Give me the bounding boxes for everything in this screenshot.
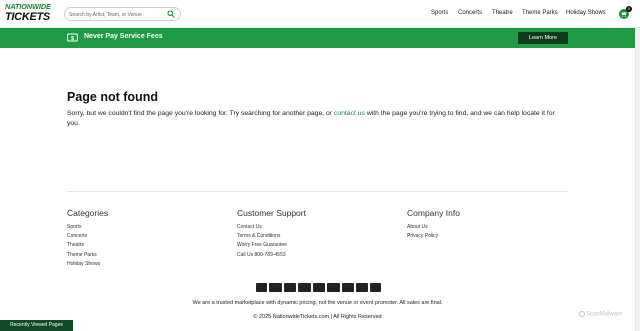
footer-link-holiday-shows[interactable]: Holiday Shows — [67, 261, 100, 267]
nationwide-tickets-logo[interactable]: NATIONWIDE TICKETS — [5, 2, 60, 24]
money-bill-icon: $ — [67, 33, 78, 42]
company-info-heading: Company Info — [407, 208, 460, 218]
scanmalware-badge[interactable]: ScanMalware — [579, 311, 622, 318]
search-box — [64, 7, 181, 21]
page-title: Page not found — [67, 90, 158, 104]
mastercard-icon — [298, 283, 311, 292]
apple-pay-icon — [327, 283, 340, 292]
search-input[interactable] — [69, 9, 165, 20]
footer-link-contact-us[interactable]: Contact Us — [237, 224, 262, 230]
nav-concerts[interactable]: Concerts — [458, 10, 482, 16]
amex-icon — [256, 283, 267, 292]
trust-statement: We are a trusted marketplace with dynami… — [192, 300, 443, 306]
jcb-icon — [284, 283, 296, 292]
site-header: NATIONWIDE TICKETS Sports Concerts Theat… — [0, 0, 640, 28]
page-scrollbar[interactable] — [635, 28, 640, 331]
categories-heading: Categories — [67, 208, 109, 218]
footer-link-terms[interactable]: Terms & Conditions — [237, 233, 280, 239]
discover-icon — [269, 283, 282, 292]
not-found-message: Sorry, but we couldn't find the page you… — [67, 109, 567, 128]
copyright-text: © 2025 NationwideTickets.com | All Right… — [253, 314, 382, 320]
learn-more-button[interactable]: Learn More — [518, 32, 568, 44]
footer-divider — [67, 191, 568, 192]
footer-link-guarantee[interactable]: Worry Free Guarantee — [237, 242, 287, 248]
footer-link-theatre[interactable]: Theatre — [67, 242, 84, 248]
footer-link-concerts[interactable]: Concerts — [67, 233, 87, 239]
visa-icon — [313, 283, 325, 292]
nav-sports[interactable]: Sports — [431, 10, 448, 16]
recently-viewed-button[interactable]: Recently Viewed Pages — [0, 320, 73, 331]
google-pay-icon — [342, 283, 354, 292]
logo-line1: NATIONWIDE — [5, 2, 51, 11]
cart-button[interactable]: 0 — [619, 6, 632, 19]
cart-count-badge: 0 — [626, 6, 632, 12]
paypal-icon — [356, 283, 368, 292]
footer-link-theme-parks[interactable]: Theme Parks — [67, 252, 97, 258]
scanmalware-label: ScanMalware — [586, 311, 623, 318]
logo-line2: TICKETS — [5, 11, 50, 23]
message-text-start: Sorry, but we couldn't find the page you… — [67, 110, 334, 117]
search-icon[interactable] — [167, 10, 175, 18]
venmo-icon — [370, 283, 381, 292]
footer-link-sports[interactable]: Sports — [67, 224, 81, 230]
banner-text: Never Pay Service Fees — [84, 33, 163, 40]
customer-support-heading: Customer Support — [237, 208, 306, 218]
svg-text:$: $ — [71, 36, 74, 42]
footer-link-phone[interactable]: Call Us 800-789-4553 — [237, 252, 286, 258]
contact-us-link[interactable]: contact us — [334, 110, 365, 117]
nav-holiday-shows[interactable]: Holiday Shows — [566, 10, 606, 16]
footer-link-privacy[interactable]: Privacy Policy — [407, 233, 438, 239]
footer-link-about-us[interactable]: About Us — [407, 224, 428, 230]
promo-banner: $ Never Pay Service Fees Learn More — [0, 28, 635, 48]
shield-check-icon — [579, 311, 585, 317]
nav-theme-parks[interactable]: Theme Parks — [522, 10, 558, 16]
nav-theatre[interactable]: Theatre — [492, 10, 513, 16]
